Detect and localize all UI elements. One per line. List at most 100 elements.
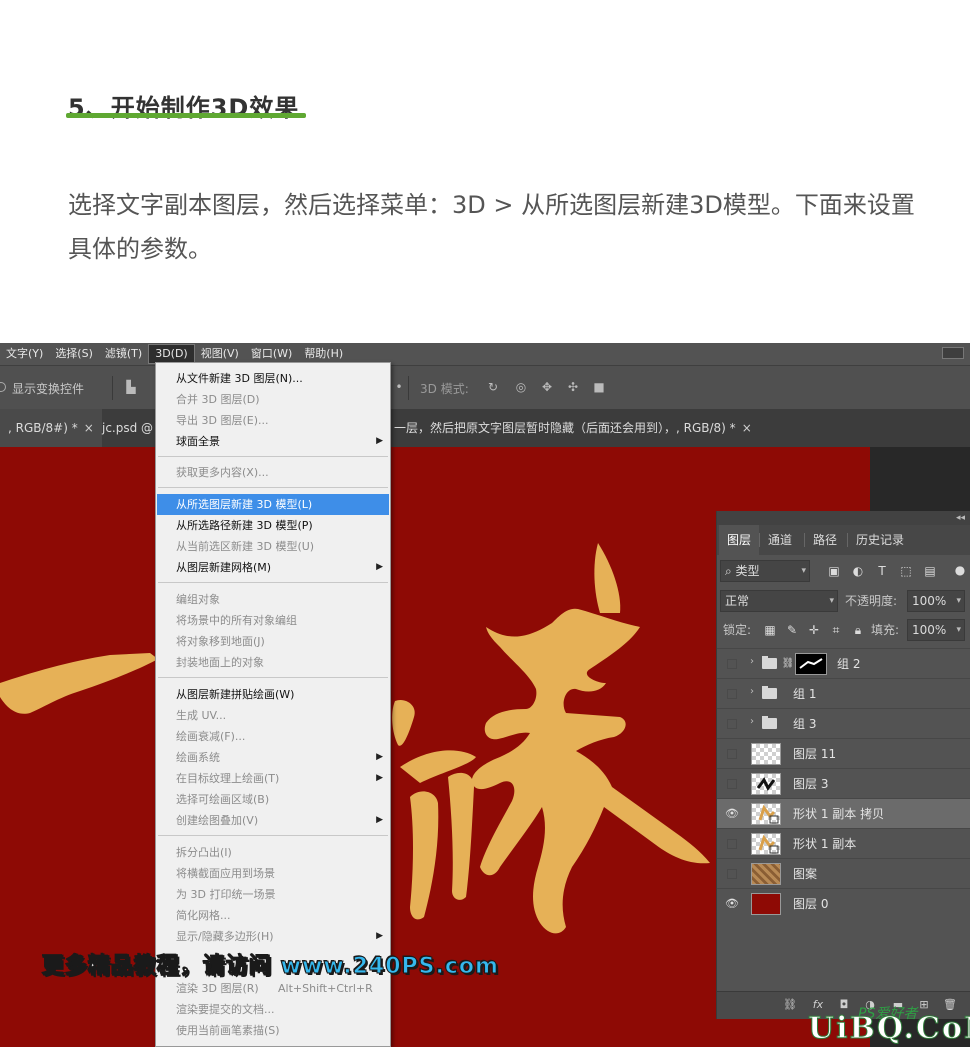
layer-row-group-1[interactable]: › 组 1 xyxy=(717,678,970,708)
menu-item-render-for-final-output[interactable]: 渲染要提交的文档... xyxy=(157,999,389,1020)
tab-document-2[interactable]: jc.psd @ xyxy=(94,409,161,447)
lock-artboard-icon[interactable]: ⌗ xyxy=(829,623,843,637)
adjustment-filter-icon[interactable]: ◐ xyxy=(851,564,865,578)
fill-value: 100% xyxy=(912,623,947,637)
menu-item-new-mesh-from-layer[interactable]: 从图层新建网格(M) ▶ xyxy=(157,557,389,578)
menu-item-paint-system[interactable]: 绘画系统 ▶ xyxy=(157,747,389,768)
menu-item-new-3d-layer-from-file[interactable]: 从文件新建 3D 图层(N)... xyxy=(157,368,389,389)
shape-filter-icon[interactable]: ⬚ xyxy=(899,564,913,578)
menu-item-generate-uvs[interactable]: 生成 UV... xyxy=(157,705,389,726)
close-icon[interactable]: × xyxy=(84,421,94,435)
align-left-icon[interactable]: ▙ xyxy=(124,381,138,393)
layer-thumbnail xyxy=(751,863,781,885)
menu-item-get-more-content[interactable]: 获取更多内容(X)... xyxy=(157,462,389,483)
visibility-toggle[interactable] xyxy=(727,779,737,789)
tab-channels[interactable]: 通道 xyxy=(760,525,800,555)
menu-item-new-3d-model-from-path[interactable]: 从所选路径新建 3D 模型(P) xyxy=(157,515,389,536)
layer-row-shape-1-copy[interactable]: 形状 1 副本 xyxy=(717,828,970,858)
tab-layers[interactable]: 图层 xyxy=(719,525,760,555)
visibility-toggle[interactable] xyxy=(727,749,737,759)
eye-icon[interactable]: 👁︎ xyxy=(724,896,740,912)
menu-item-label: 渲染要提交的文档... xyxy=(176,1003,275,1016)
layer-row-shape-1-copy-copy[interactable]: 👁︎ 形状 1 副本 拷贝 xyxy=(717,798,970,828)
visibility-toggle[interactable] xyxy=(727,839,737,849)
tab-paths[interactable]: 路径 xyxy=(805,525,845,555)
menu-item-unify-scene-for-3d-print[interactable]: 为 3D 打印统一场景 xyxy=(157,884,389,905)
filter-toggle-icon[interactable]: ● xyxy=(953,563,967,577)
menu-item-export-3d-layer[interactable]: 导出 3D 图层(E)... xyxy=(157,410,389,431)
eye-icon[interactable]: 👁︎ xyxy=(724,806,740,822)
camera-3d-icon[interactable]: ■ xyxy=(592,381,606,393)
visibility-toggle[interactable] xyxy=(727,659,737,669)
menu-item-select-paintable-areas[interactable]: 选择可绘画区域(B) xyxy=(157,789,389,810)
menu-item-split-extrusion[interactable]: 拆分凸出(I) xyxy=(157,842,389,863)
menu-item-merge-3d-layers[interactable]: 合并 3D 图层(D) xyxy=(157,389,389,410)
menu-item-show-hide-polygons[interactable]: 显示/隐藏多边形(H) ▶ xyxy=(157,926,389,947)
menu-item-paint-on-target-texture[interactable]: 在目标纹理上绘画(T) ▶ xyxy=(157,768,389,789)
menu-item-group-objects[interactable]: 编组对象 xyxy=(157,589,389,610)
blend-mode-select[interactable]: 正常 ▾ xyxy=(720,590,838,612)
pan-3d-icon[interactable]: ✥ xyxy=(540,381,554,393)
menu-item-shortcut: Alt+Shift+Ctrl+R xyxy=(278,982,373,995)
layer-row-group-2[interactable]: › ⛓ 组 2 xyxy=(717,648,970,678)
menu-type[interactable]: 文字(Y) xyxy=(0,343,49,365)
orbit-3d-icon[interactable]: ↻ xyxy=(486,381,500,393)
show-transform-checkbox[interactable] xyxy=(0,382,6,392)
smart-object-filter-icon[interactable]: ▤ xyxy=(923,564,937,578)
layer-mask-thumbnail[interactable] xyxy=(795,653,827,675)
menu-item-create-painting-overlay[interactable]: 创建绘图叠加(V) ▶ xyxy=(157,810,389,831)
close-icon[interactable]: × xyxy=(742,421,752,435)
layer-row-layer-3[interactable]: 图层 3 xyxy=(717,768,970,798)
tab-document-3[interactable]: 一层，然后把原文字图层暂时隐藏（后面还会用到），, RGB/8) * × xyxy=(386,409,760,447)
layer-row-layer-11[interactable]: 图层 11 xyxy=(717,738,970,768)
lock-image-icon[interactable]: ✎ xyxy=(785,623,799,637)
lock-position-icon[interactable]: ✛ xyxy=(807,623,821,637)
roll-3d-icon[interactable]: ◎ xyxy=(514,381,528,393)
menu-filter[interactable]: 滤镜(T) xyxy=(99,343,148,365)
menu-item-new-3d-model-from-selection[interactable]: 从当前选区新建 3D 模型(U) xyxy=(157,536,389,557)
layer-filter-select[interactable]: ⌕ 类型 ▾ xyxy=(720,560,810,582)
lock-all-icon[interactable]: 🔒︎ xyxy=(851,623,865,637)
opacity-input[interactable]: 100% ▾ xyxy=(907,590,965,612)
menu-3d[interactable]: 3D(D) xyxy=(148,344,195,364)
link-layers-icon[interactable]: ⛓ xyxy=(783,998,797,1012)
expand-arrow-icon[interactable]: › xyxy=(750,686,754,697)
more-options-icon[interactable]: • xyxy=(392,381,406,393)
menu-item-spherical-panorama[interactable]: 球面全景 ▶ xyxy=(157,431,389,452)
window-minimize-button[interactable] xyxy=(942,347,964,359)
visibility-toggle[interactable] xyxy=(727,869,737,879)
expand-arrow-icon[interactable]: › xyxy=(750,656,754,667)
menu-select[interactable]: 选择(S) xyxy=(49,343,99,365)
menu-item-new-3d-model-from-layer[interactable]: 从所选图层新建 3D 模型(L) xyxy=(157,494,389,515)
menu-item-simplify-mesh[interactable]: 简化网格... xyxy=(157,905,389,926)
tab-document-1[interactable]: , RGB/8#) * × xyxy=(0,409,102,447)
show-transform-label: 显示变换控件 xyxy=(12,382,85,396)
layer-row-pattern[interactable]: 图案 xyxy=(717,858,970,888)
visibility-toggle[interactable] xyxy=(727,719,737,729)
type-filter-icon[interactable]: T xyxy=(875,564,889,578)
menu-item-label: 封装地面上的对象 xyxy=(176,656,264,669)
expand-arrow-icon[interactable]: › xyxy=(750,716,754,727)
fill-input[interactable]: 100% ▾ xyxy=(907,619,965,641)
layer-thumbnail xyxy=(751,743,781,765)
layer-name: 图层 0 xyxy=(793,897,829,911)
layer-row-layer-0[interactable]: 👁︎ 图层 0 xyxy=(717,888,970,918)
submenu-arrow-icon: ▶ xyxy=(376,815,383,825)
image-filter-icon[interactable]: ▣ xyxy=(827,564,841,578)
menu-item-render-3d-layer[interactable]: 渲染 3D 图层(R) Alt+Shift+Ctrl+R xyxy=(157,978,389,999)
menu-item-apply-cross-section[interactable]: 将横截面应用到场景 xyxy=(157,863,389,884)
panel-collapse-icon[interactable]: ◂◂ xyxy=(717,511,970,525)
layer-row-group-3[interactable]: › 组 3 xyxy=(717,708,970,738)
slide-3d-icon[interactable]: ✣ xyxy=(566,381,580,393)
visibility-toggle[interactable] xyxy=(727,689,737,699)
menu-item-paint-falloff[interactable]: 绘画衰减(F)... xyxy=(157,726,389,747)
menu-divider xyxy=(158,487,388,488)
menu-item-new-tiled-painting[interactable]: 从图层新建拼贴绘画(W) xyxy=(157,684,389,705)
menu-item-group-all-objects[interactable]: 将场景中的所有对象编组 xyxy=(157,610,389,631)
menu-item-move-object-to-ground[interactable]: 将对象移到地面(J) xyxy=(157,631,389,652)
menu-item-sketch-with-current-brush[interactable]: 使用当前画笔素描(S) xyxy=(157,1020,389,1041)
tab-history[interactable]: 历史记录 xyxy=(848,525,912,555)
submenu-arrow-icon: ▶ xyxy=(376,752,383,762)
menu-item-snap-object-to-ground[interactable]: 封装地面上的对象 xyxy=(157,652,389,673)
lock-transparent-icon[interactable]: ▦ xyxy=(763,623,777,637)
